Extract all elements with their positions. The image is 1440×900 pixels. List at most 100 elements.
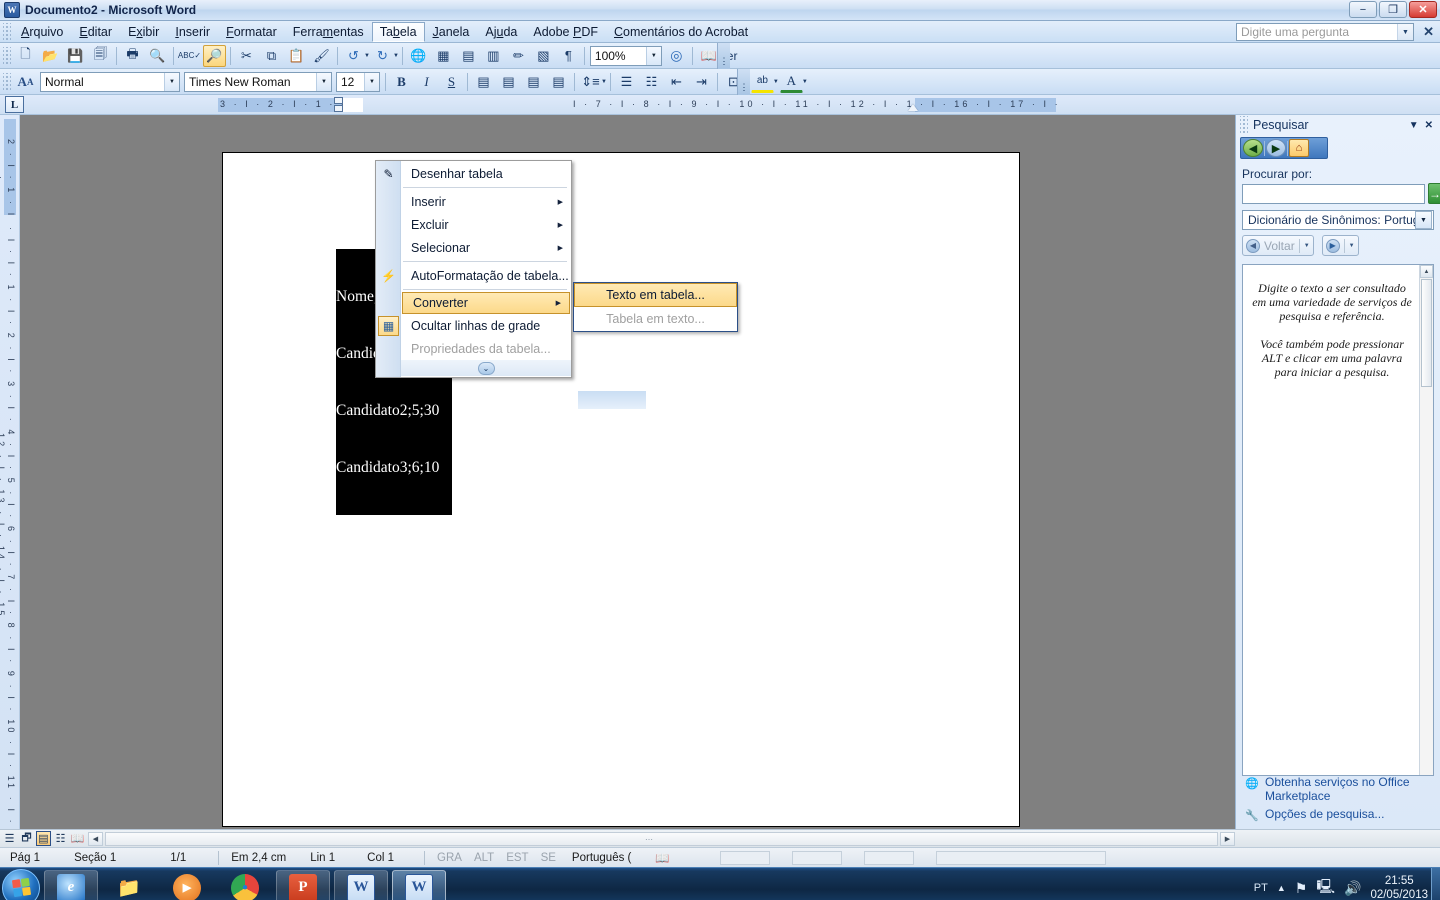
menu-formatar[interactable]: Formatar — [218, 22, 285, 42]
chevron-down-icon[interactable]: ▼ — [1409, 120, 1419, 131]
spell-status-icon[interactable]: 📖 — [637, 851, 675, 865]
menu-item-inserir[interactable]: Inserir ▶ — [401, 190, 571, 213]
home-nav-icon[interactable]: ⌂ — [1289, 139, 1309, 157]
document-page[interactable]: Nome;Votos;Idade Candidato1;10;1 Candida… — [222, 152, 1020, 827]
convert-submenu[interactable]: Texto em tabela... Tabela em texto... — [573, 282, 738, 332]
search-input[interactable] — [1242, 183, 1425, 204]
minimize-button[interactable]: − — [1349, 1, 1377, 18]
taskbar-windows-explorer[interactable]: 📁 — [102, 870, 156, 900]
tab-stop-selector[interactable]: L — [5, 96, 24, 113]
network-status-icon[interactable]: 🖳 — [1316, 876, 1335, 900]
align-right-icon[interactable]: ▤ — [522, 71, 545, 93]
standard-toolbar-grip[interactable] — [3, 46, 11, 65]
excel-table-icon[interactable]: ▤ — [457, 45, 480, 67]
hanging-indent-marker[interactable] — [334, 105, 343, 112]
menu-adobe-pdf[interactable]: Adobe PDF — [525, 22, 606, 42]
spellcheck-icon[interactable]: ABC✓ — [178, 45, 201, 67]
taskbar-internet-explorer[interactable]: e — [44, 869, 98, 900]
ask-a-question-box[interactable]: Digite uma pergunta ▼ — [1236, 23, 1414, 41]
taskbar-media-player[interactable]: ▶ — [160, 870, 214, 900]
align-center-icon[interactable]: ▤ — [497, 71, 520, 93]
chevron-down-icon[interactable]: ▼ — [164, 72, 179, 91]
back-nav-icon[interactable]: ◀ — [1243, 139, 1263, 157]
font-color-dropdown-icon[interactable]: ▼ — [802, 79, 808, 85]
chevron-down-icon[interactable]: ▼ — [1415, 211, 1432, 229]
save-icon[interactable]: 💾 — [64, 45, 87, 67]
volume-icon[interactable]: 🔊 — [1344, 880, 1361, 897]
menu-grip-handle[interactable] — [3, 22, 11, 41]
chevron-down-icon[interactable]: ▼ — [316, 72, 331, 91]
taskbar-clock[interactable]: 21:55 02/05/2013 — [1370, 874, 1428, 900]
task-pane-grip[interactable] — [1240, 116, 1248, 134]
styles-and-formatting-icon[interactable]: AA — [14, 71, 37, 93]
restore-button[interactable]: ❐ — [1379, 1, 1407, 18]
office-marketplace-link[interactable]: 🌐 Obtenha serviços no Office Marketplace — [1236, 773, 1440, 805]
menu-item-desenhar-tabela[interactable]: ✎ Desenhar tabela — [383, 162, 571, 185]
font-size-combo[interactable]: 12 ▼ — [336, 71, 380, 92]
outline-view-icon[interactable]: ☷ — [53, 831, 68, 846]
taskbar-chrome[interactable]: ● — [218, 870, 272, 900]
decrease-indent-icon[interactable]: ⇤ — [665, 71, 688, 93]
menu-arquivo[interactable]: Arquivo — [13, 22, 71, 42]
print-layout-view-icon[interactable]: ▤ — [36, 831, 51, 846]
close-button[interactable]: ✕ — [1409, 1, 1437, 18]
standard-toolbar-overflow[interactable]: ⋮ — [717, 42, 730, 69]
chevron-down-icon[interactable]: ▼ — [1397, 24, 1413, 40]
font-combo[interactable]: Times New Roman ▼ — [184, 71, 332, 92]
paste-icon[interactable]: 📋 — [285, 45, 308, 67]
taskbar-powerpoint[interactable]: P — [276, 869, 330, 900]
table-icon[interactable]: ▦ — [432, 45, 455, 67]
horizontal-scrollbar-track[interactable] — [105, 832, 1218, 846]
scroll-up-icon[interactable]: ▲ — [1420, 265, 1433, 278]
tray-language[interactable]: PT — [1254, 882, 1268, 894]
back-button[interactable]: ◀ Voltar ▼ — [1242, 235, 1314, 256]
results-scrollbar-thumb[interactable] — [1421, 279, 1432, 387]
status-flag-se[interactable]: SE — [535, 852, 562, 864]
print-preview-icon[interactable]: 🔍 — [146, 45, 169, 67]
taskbar-word-1[interactable]: W — [334, 869, 388, 900]
email-icon[interactable]: 🗐 — [89, 45, 112, 67]
menu-exibir[interactable]: Exibir — [120, 22, 167, 42]
chevron-down-icon[interactable]: ▼ — [1304, 243, 1310, 249]
line-spacing-icon[interactable]: ⇕≡ — [579, 71, 602, 93]
close-icon[interactable]: ✕ — [1425, 120, 1433, 131]
vertical-ruler[interactable]: 2 · I · 1 · I · · I · I · 1 · I · 2 · I … — [0, 115, 20, 829]
chevron-down-icon[interactable]: ▼ — [364, 72, 379, 91]
numbered-list-icon[interactable]: ☰ — [615, 71, 638, 93]
menu-ajuda[interactable]: Ajuda — [477, 22, 525, 42]
open-folder-icon[interactable]: 📂 — [39, 45, 62, 67]
drawing-icon[interactable]: ✏ — [507, 45, 530, 67]
bold-icon[interactable]: B — [390, 71, 413, 93]
increase-indent-icon[interactable]: ⇥ — [690, 71, 713, 93]
hyperlink-icon[interactable]: 🌐 — [407, 45, 430, 67]
status-language[interactable]: Português ( — [562, 852, 637, 864]
line-spacing-dropdown-icon[interactable]: ▼ — [601, 79, 607, 85]
right-indent-marker[interactable] — [908, 104, 918, 111]
research-icon[interactable]: 🔎 — [203, 44, 226, 67]
results-scrollbar[interactable]: ▲ — [1419, 265, 1433, 775]
undo-icon[interactable]: ↺ — [342, 45, 365, 67]
redo-dropdown-icon[interactable]: ▼ — [393, 53, 399, 59]
research-service-select[interactable]: Dicionário de Sinônimos: Portugu ▼ — [1242, 210, 1434, 230]
format-painter-icon[interactable]: 🖌 — [310, 45, 333, 67]
new-document-icon[interactable]: 🗋 — [14, 45, 37, 67]
show-desktop-button[interactable] — [1431, 868, 1440, 900]
status-flag-alt[interactable]: ALT — [468, 852, 500, 864]
menu-inserir[interactable]: Inserir — [167, 22, 218, 42]
status-flag-gra[interactable]: GRA — [429, 852, 468, 864]
menu-tabela[interactable]: Tabela — [371, 21, 425, 42]
normal-view-icon[interactable]: ☰ — [2, 831, 17, 846]
table-menu-dropdown[interactable]: ✎ Desenhar tabela Inserir ▶ Excluir ▶ Se… — [375, 160, 572, 378]
menu-item-selecionar[interactable]: Selecionar ▶ — [401, 236, 571, 259]
align-left-icon[interactable]: ▤ — [472, 71, 495, 93]
menu-janela[interactable]: Janela — [425, 22, 478, 42]
cut-icon[interactable]: ✂ — [235, 45, 258, 67]
scroll-left-icon[interactable]: ◀ — [88, 832, 103, 846]
menu-expand-button[interactable]: ⌄ — [401, 360, 571, 376]
show-hidden-icons-icon[interactable]: ▲ — [1277, 883, 1286, 893]
undo-dropdown-icon[interactable]: ▼ — [364, 53, 370, 59]
forward-nav-icon[interactable]: ▶ — [1266, 139, 1286, 157]
document-canvas[interactable]: Nome;Votos;Idade Candidato1;10;1 Candida… — [20, 115, 1423, 829]
start-search-icon[interactable]: → — [1428, 183, 1440, 204]
menu-comentarios-acrobat[interactable]: Comentários do Acrobat — [606, 22, 756, 42]
